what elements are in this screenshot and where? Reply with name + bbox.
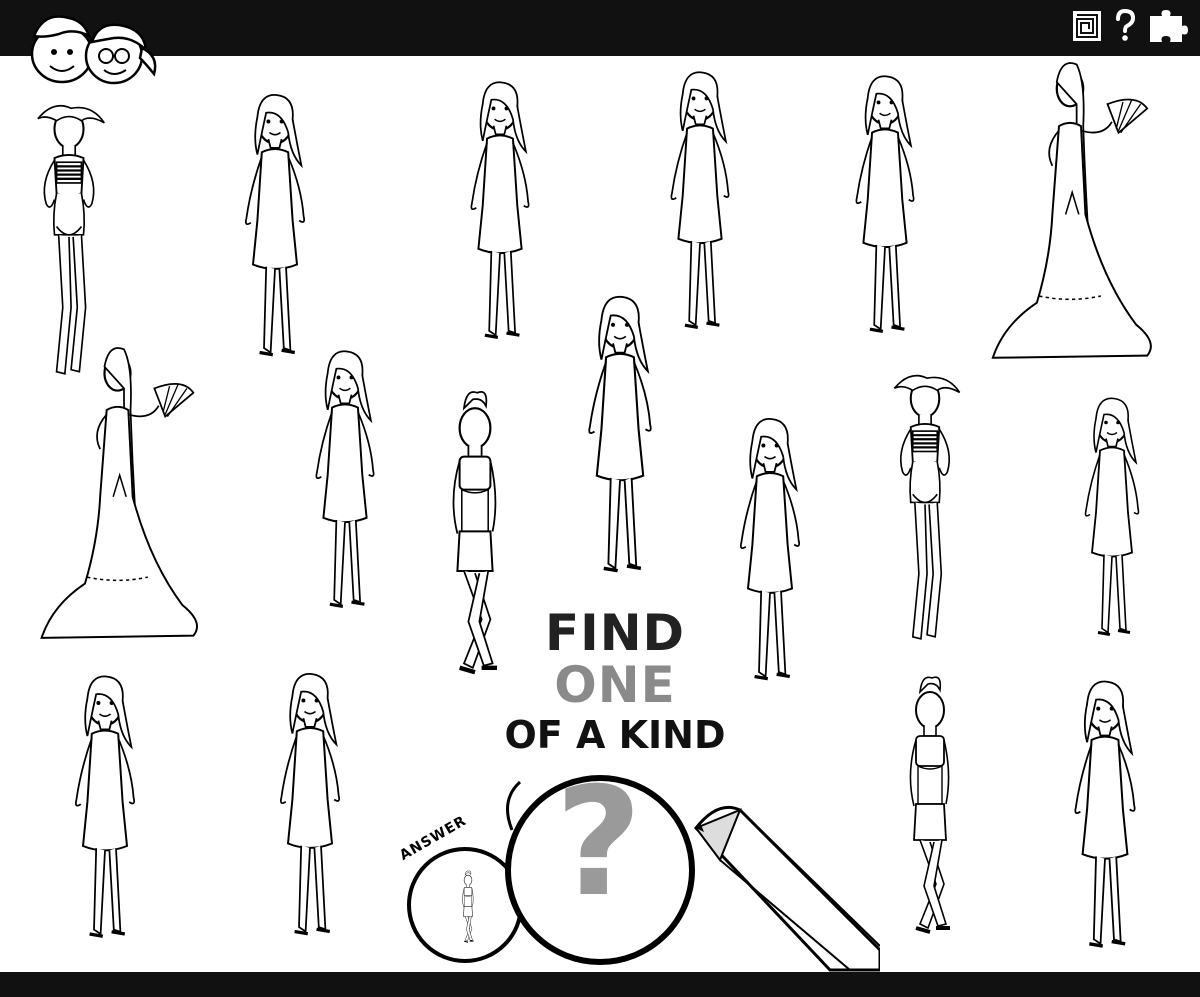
toolbar-icons (1072, 8, 1190, 44)
kids-logo (30, 15, 157, 85)
puzzle-title: FIND ONE OF A KIND (490, 608, 740, 754)
bottom-bar (0, 972, 1200, 997)
title-of-a-kind: OF A KIND (504, 713, 726, 757)
figure-dress-woman[interactable] (560, 290, 680, 580)
top-bar (0, 0, 1200, 56)
question-mark: ? (555, 756, 643, 930)
figure-dress-woman[interactable] (255, 655, 365, 955)
figure-swimsuit-woman[interactable] (870, 370, 980, 645)
figure-dress-woman[interactable] (40, 670, 170, 945)
title-find: FIND (544, 604, 686, 662)
figure-dress-woman[interactable] (290, 345, 400, 615)
figure-dress-woman[interactable] (830, 70, 940, 340)
figure-dress-woman[interactable] (1045, 675, 1165, 955)
title-one: ONE (554, 656, 676, 714)
figure-dress-woman[interactable] (1062, 370, 1162, 665)
maze-icon[interactable] (1072, 10, 1102, 42)
puzzle-piece-icon[interactable] (1148, 8, 1190, 44)
figure-dress-woman[interactable] (220, 76, 330, 376)
figure-gown-woman[interactable] (950, 60, 1190, 360)
figure-gown-woman[interactable] (10, 345, 225, 640)
question-icon[interactable] (1114, 9, 1136, 43)
figure-dress-woman[interactable] (440, 76, 560, 346)
figure-top-woman[interactable] (880, 660, 980, 950)
figure-swimsuit-woman[interactable] (14, 100, 124, 380)
